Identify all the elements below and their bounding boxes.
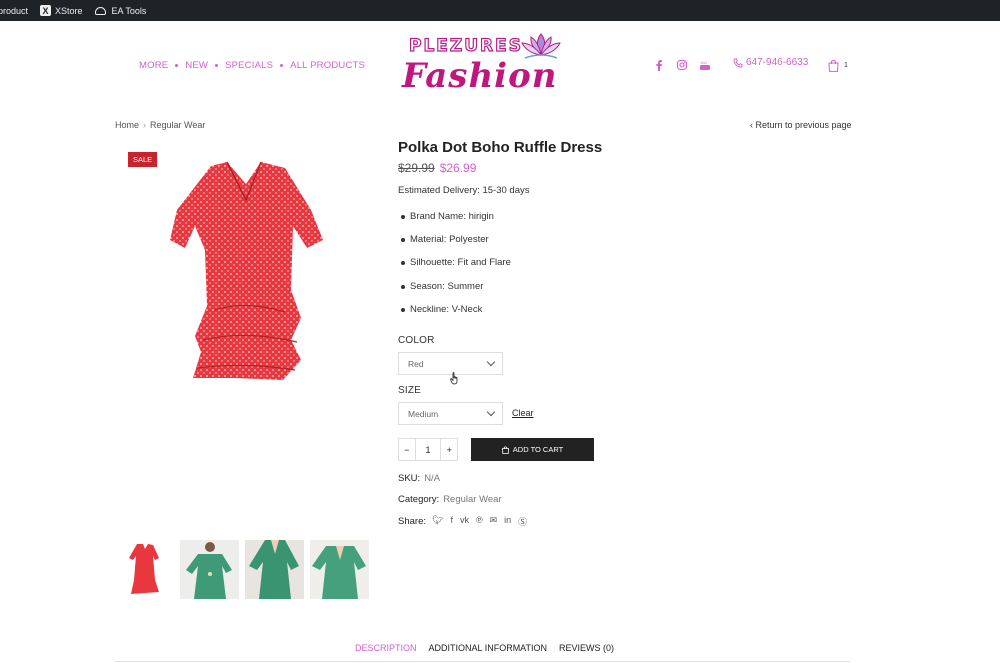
sale-price: $26.99	[439, 161, 477, 175]
product-main-image[interactable]	[115, 140, 377, 400]
facebook-icon[interactable]: f	[450, 515, 453, 528]
share-row: Share: 🐦︎ f vk ℗ ✉ in Ⓢ	[398, 515, 528, 528]
svg-text:You: You	[700, 60, 707, 65]
product-tabs: DESCRIPTION ADDITIONAL INFORMATION REVIE…	[349, 643, 620, 662]
hand-cursor-icon	[450, 372, 458, 385]
return-link[interactable]: ‹ Return to previous page	[750, 120, 852, 130]
admin-bar-xstore[interactable]: X XStore	[40, 5, 83, 16]
delivery-estimate: Estimated Delivery: 15-30 days	[398, 185, 530, 196]
site-logo[interactable]: PLEZURES Fashion	[398, 28, 568, 98]
plus-button[interactable]: +	[441, 445, 457, 455]
shopping-bag-icon	[501, 446, 509, 454]
quantity-input[interactable]: 1	[414, 439, 442, 460]
thumbnail-gallery	[115, 540, 369, 599]
nav-separator	[175, 64, 179, 67]
product-title: Polka Dot Boho Ruffle Dress	[398, 139, 603, 156]
nav-all-products[interactable]: ALL PRODUCTS	[290, 60, 365, 71]
admin-bar-product[interactable]: product	[0, 6, 28, 16]
nav-specials[interactable]: SPECIALS	[225, 60, 273, 71]
tabs-divider	[115, 661, 850, 662]
ea-icon	[94, 6, 106, 15]
category-link[interactable]: Regular Wear	[443, 494, 501, 505]
category-row: Category: Regular Wear	[398, 494, 502, 505]
spec-item: Material: Polyester	[401, 234, 511, 257]
twitter-icon[interactable]: 🐦︎	[432, 515, 443, 528]
thumbnail-red-dress[interactable]	[115, 540, 174, 599]
size-label: SIZE	[398, 385, 422, 396]
instagram-icon[interactable]	[677, 59, 687, 71]
price-block: $29.99 $26.99	[398, 161, 476, 175]
spec-item: Neckline: V-Neck	[401, 304, 511, 327]
old-price: $29.99	[398, 161, 435, 175]
red-dress-image	[170, 161, 323, 380]
nav-more[interactable]: MORE	[139, 60, 168, 71]
youtube-icon[interactable]: You	[700, 59, 710, 71]
breadcrumb: Home › Regular Wear	[115, 120, 205, 130]
vk-icon[interactable]: vk	[460, 515, 469, 528]
color-label: COLOR	[398, 335, 435, 346]
clear-selection-link[interactable]: Clear	[512, 408, 534, 418]
sku-row: SKU: N/A	[398, 473, 441, 484]
nav-new[interactable]: NEW	[185, 60, 208, 71]
spec-item: Season: Summer	[401, 281, 511, 304]
cart-count: 1	[844, 62, 848, 69]
cart-button[interactable]: 1	[828, 59, 848, 72]
logo-text-bottom: Fashion	[402, 56, 558, 96]
linkedin-icon[interactable]: in	[504, 515, 511, 528]
minus-button[interactable]: −	[399, 445, 415, 455]
shopping-bag-icon	[828, 60, 839, 72]
thumbnail-green-dress-1[interactable]	[180, 540, 239, 599]
breadcrumb-current[interactable]: Regular Wear	[150, 120, 205, 130]
phone-link[interactable]: 647-946-6633	[733, 57, 808, 68]
product-specs: Brand Name: hirigin Material: Polyester …	[401, 211, 511, 327]
facebook-icon[interactable]	[654, 59, 664, 71]
x-icon: X	[40, 5, 52, 16]
spec-item: Silhouette: Fit and Flare	[401, 257, 511, 280]
add-to-cart-button[interactable]: ADD TO CART	[471, 438, 594, 461]
tab-reviews[interactable]: REVIEWS (0)	[553, 643, 620, 662]
nav-separator	[215, 64, 219, 67]
spec-item: Brand Name: hirigin	[401, 211, 511, 234]
admin-bar-ea-tools[interactable]: EA Tools	[94, 6, 146, 16]
main-nav: MORE NEW SPECIALS ALL PRODUCTS	[139, 60, 365, 71]
thumbnail-green-dress-3[interactable]	[310, 540, 369, 599]
phone-icon	[733, 58, 743, 67]
chevron-down-icon	[486, 407, 496, 417]
tab-description[interactable]: DESCRIPTION	[349, 643, 423, 662]
chevron-right-icon: ›	[143, 120, 147, 130]
quantity-stepper: − 1 +	[398, 438, 458, 461]
nav-separator	[280, 64, 284, 67]
sku-value: N/A	[424, 473, 441, 484]
pinterest-icon[interactable]: ℗	[476, 515, 483, 528]
logo-text-top: PLEZURES	[408, 35, 523, 56]
email-icon[interactable]: ✉	[490, 515, 498, 528]
social-links: You	[654, 59, 710, 71]
thumbnail-green-dress-2[interactable]	[245, 540, 304, 599]
breadcrumb-home[interactable]: Home	[115, 120, 139, 130]
chevron-down-icon	[486, 357, 496, 367]
admin-bar: product X XStore EA Tools	[0, 0, 1000, 21]
tab-additional-information[interactable]: ADDITIONAL INFORMATION	[423, 643, 554, 662]
skype-icon[interactable]: Ⓢ	[518, 515, 527, 528]
sale-badge: SALE	[128, 152, 158, 167]
size-select[interactable]: Medium	[398, 402, 503, 425]
